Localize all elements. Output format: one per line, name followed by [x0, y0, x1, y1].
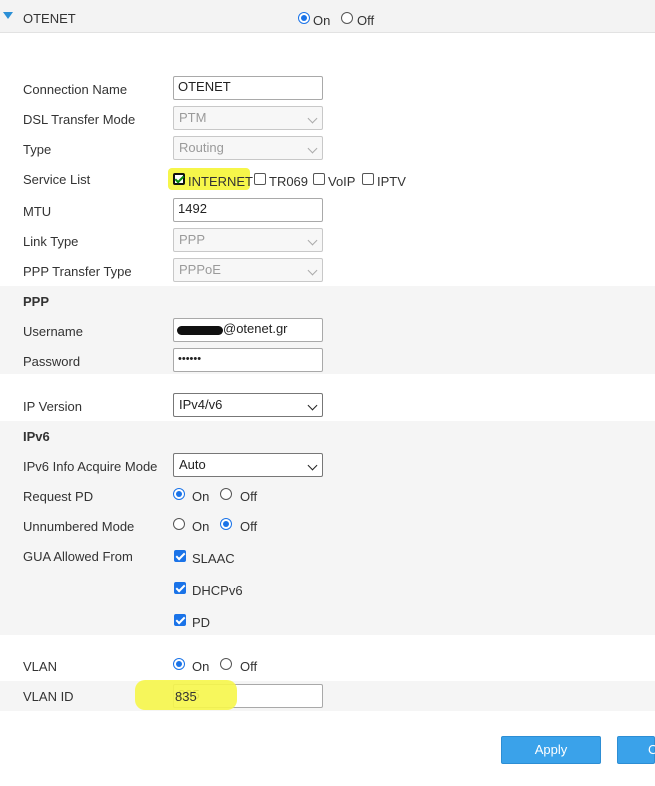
chevron-down-icon — [307, 460, 318, 471]
dsl-transfer-mode-value: PTM — [179, 110, 207, 125]
ppp-section — [0, 286, 655, 374]
wan-off-radio[interactable] — [341, 12, 353, 24]
type-label: Type — [23, 142, 52, 157]
link-type-select[interactable]: PPP — [173, 228, 323, 252]
chevron-down-icon — [307, 235, 318, 246]
gua-dhcpv6-label: DHCPv6 — [192, 583, 243, 598]
vlan-on-radio[interactable] — [173, 658, 185, 670]
service-list-label: Service List — [23, 172, 91, 187]
connection-name-input[interactable]: OTENET — [173, 76, 323, 100]
service-voip-checkbox[interactable] — [313, 173, 325, 185]
dsl-transfer-mode-label: DSL Transfer Mode — [23, 112, 136, 127]
username-label: Username — [23, 324, 83, 339]
connection-name-label: Connection Name — [23, 82, 128, 97]
unnumbered-mode-label: Unnumbered Mode — [23, 519, 135, 534]
service-iptv-label: IPTV — [377, 174, 406, 189]
service-tr069-label: TR069 — [269, 174, 309, 189]
redaction-mark — [177, 326, 223, 335]
ipv6-info-acquire-mode-value: Auto — [179, 457, 206, 472]
chevron-down-icon — [307, 113, 318, 124]
service-internet-label: INTERNET — [188, 174, 253, 189]
ipv6-info-acquire-mode-select[interactable]: Auto — [173, 453, 323, 477]
vlan-id-label: VLAN ID — [23, 689, 74, 704]
vlan-on-label: On — [192, 659, 210, 674]
request-pd-on-radio[interactable] — [173, 488, 185, 500]
section-title: OTENET — [23, 11, 76, 26]
link-type-label: Link Type — [23, 234, 79, 249]
gua-slaac-label: SLAAC — [192, 551, 235, 566]
request-pd-off-radio[interactable] — [220, 488, 232, 500]
ip-version-value: IPv4/v6 — [179, 397, 223, 412]
unnumbered-on-label: On — [192, 519, 210, 534]
gua-dhcpv6-checkbox[interactable] — [174, 582, 186, 594]
chevron-down-icon — [307, 143, 318, 154]
collapse-triangle-icon[interactable] — [3, 12, 13, 19]
wan-on-label: On — [313, 13, 331, 28]
username-input[interactable]: @otenet.gr — [173, 318, 323, 342]
request-pd-off-label: Off — [240, 489, 258, 504]
unnumbered-off-radio[interactable] — [220, 518, 232, 530]
cancel-button[interactable]: C — [617, 736, 655, 764]
mtu-input[interactable]: 1492 — [173, 198, 323, 222]
gua-allowed-from-label: GUA Allowed From — [23, 549, 133, 564]
ipv6-info-acquire-mode-label: IPv6 Info Acquire Mode — [23, 459, 158, 474]
wan-on-radio[interactable] — [298, 12, 310, 24]
chevron-down-icon — [307, 265, 318, 276]
service-voip-label: VoIP — [328, 174, 356, 189]
vlan-id-value-overlay: 835 — [175, 689, 197, 704]
chevron-down-icon — [307, 400, 318, 411]
type-value: Routing — [179, 140, 224, 155]
username-value: @otenet.gr — [223, 321, 288, 336]
ppp-transfer-type-select[interactable]: PPPoE — [173, 258, 323, 282]
service-tr069-checkbox[interactable] — [254, 173, 266, 185]
vlan-id-row — [0, 681, 655, 711]
ip-version-select[interactable]: IPv4/v6 — [173, 393, 323, 417]
ip-version-label: IP Version — [23, 399, 83, 414]
mtu-label: MTU — [23, 204, 52, 219]
type-select[interactable]: Routing — [173, 136, 323, 160]
vlan-off-label: Off — [240, 659, 258, 674]
dsl-transfer-mode-select[interactable]: PTM — [173, 106, 323, 130]
service-iptv-checkbox[interactable] — [362, 173, 374, 185]
gua-pd-checkbox[interactable] — [174, 614, 186, 626]
link-type-value: PPP — [179, 232, 206, 247]
gua-slaac-checkbox[interactable] — [174, 550, 186, 562]
apply-button[interactable]: Apply — [501, 736, 601, 764]
password-label: Password — [23, 354, 81, 369]
service-internet-checkbox[interactable] — [173, 173, 185, 185]
ipv6-heading: IPv6 — [23, 429, 50, 444]
vlan-label: VLAN — [23, 659, 57, 674]
ppp-transfer-type-label: PPP Transfer Type — [23, 264, 132, 279]
ppp-transfer-type-value: PPPoE — [179, 262, 221, 277]
unnumbered-off-label: Off — [240, 519, 258, 534]
ppp-heading: PPP — [23, 294, 50, 309]
password-input[interactable]: •••••• — [173, 348, 323, 372]
wan-off-label: Off — [357, 13, 375, 28]
gua-pd-label: PD — [192, 615, 211, 630]
vlan-off-radio[interactable] — [220, 658, 232, 670]
request-pd-label: Request PD — [23, 489, 94, 504]
unnumbered-on-radio[interactable] — [173, 518, 185, 530]
request-pd-on-label: On — [192, 489, 210, 504]
